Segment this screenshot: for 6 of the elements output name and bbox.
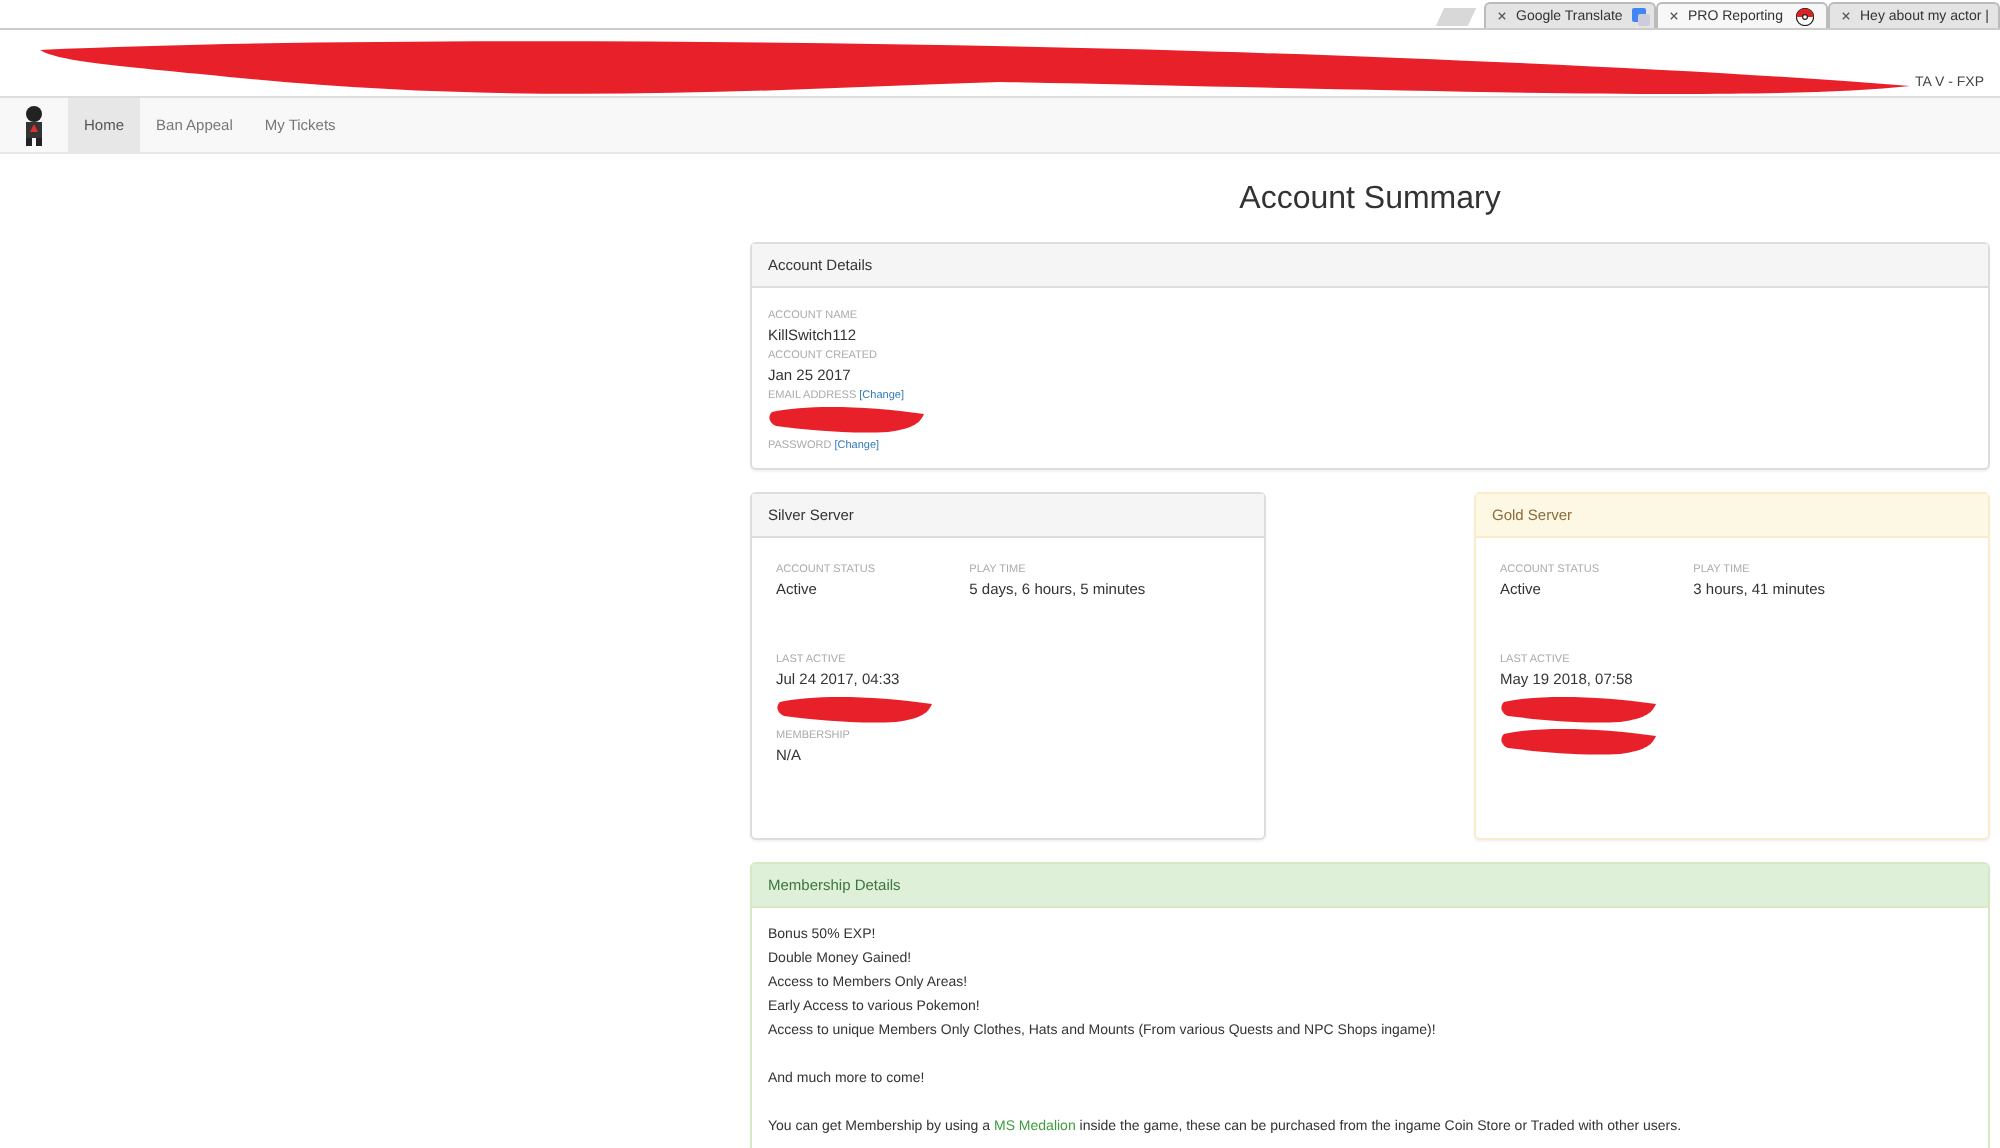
close-icon[interactable]: [1670, 12, 1678, 20]
close-icon[interactable]: [1842, 12, 1850, 20]
page-title: Account Summary: [1237, 182, 1503, 218]
translate-icon: [1632, 7, 1651, 25]
close-icon[interactable]: [1498, 12, 1506, 20]
ball-icon: [1796, 7, 1814, 25]
